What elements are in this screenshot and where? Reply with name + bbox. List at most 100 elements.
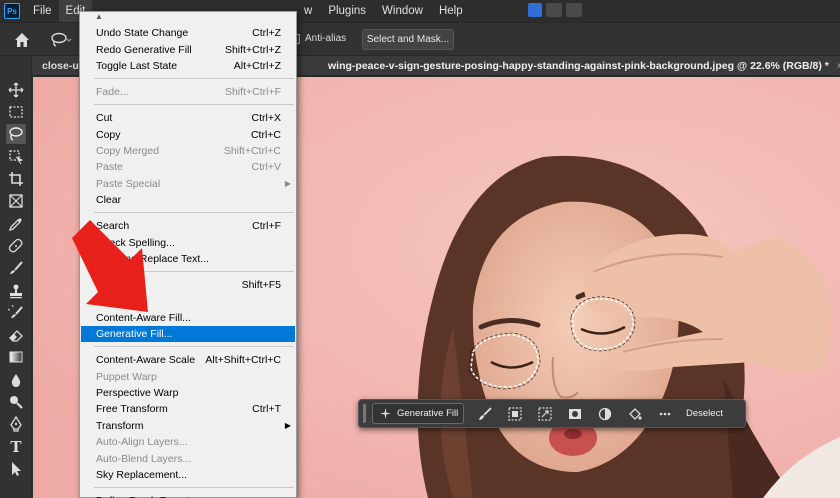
anti-alias-label: Anti-alias: [305, 33, 347, 44]
menu-help[interactable]: Help: [431, 0, 471, 22]
menu-item-shortcut: Ctrl+X: [251, 112, 281, 124]
healing-brush-tool-icon[interactable]: [6, 236, 26, 256]
brush-tool-icon[interactable]: [6, 258, 26, 278]
edit-menu-item-cut[interactable]: Cut Ctrl+X: [81, 110, 295, 126]
chevron-down-icon[interactable]: [566, 3, 582, 17]
menu-item-label: Redo Generative Fill: [96, 44, 192, 56]
select-and-mask-button[interactable]: Select and Mask...: [362, 29, 454, 50]
edit-menu-item-transform[interactable]: Transform ▶: [81, 418, 295, 434]
edit-menu-item-sky-replacement[interactable]: Sky Replacement...: [81, 467, 295, 483]
contextual-task-bar: Generative Fill Deselect: [358, 399, 746, 428]
sparkle-icon: [380, 408, 391, 419]
fill-selection-icon[interactable]: [620, 403, 650, 424]
eyedropper-tool-icon[interactable]: [6, 214, 26, 234]
menu-item-label: Auto-Align Layers...: [96, 436, 188, 448]
edit-menu-item-redo-generative-fill[interactable]: Redo Generative Fill Shift+Ctrl+Z: [81, 42, 295, 58]
lasso-preset-icon[interactable]: [50, 32, 72, 48]
menu-item-label: Copy: [96, 129, 121, 141]
submenu-arrow-icon: ▶: [284, 421, 291, 430]
lasso-tool-icon[interactable]: [6, 124, 26, 144]
path-selection-tool-icon[interactable]: [6, 459, 26, 479]
eraser-tool-icon[interactable]: [6, 325, 26, 345]
menu-item-label: Paste Special: [96, 178, 161, 190]
transform-selection-icon[interactable]: [530, 403, 560, 424]
anti-alias-option[interactable]: Anti-alias: [290, 33, 346, 44]
invert-selection-icon[interactable]: [500, 403, 530, 424]
workspace-icon[interactable]: [528, 3, 542, 17]
type-tool-icon[interactable]: T: [6, 437, 26, 457]
modify-brush-icon[interactable]: [470, 403, 500, 424]
menu-separator: [94, 346, 294, 347]
menu-item-label: Generative Fill...: [96, 328, 173, 340]
menu-item-shortcut: Shift+Ctrl+C: [223, 145, 281, 157]
edit-menu-item-generative-fill[interactable]: Generative Fill...: [81, 326, 295, 342]
edit-menu-item-copy[interactable]: Copy Ctrl+C: [81, 127, 295, 143]
menu-separator: [94, 487, 294, 488]
adjustment-layer-icon[interactable]: [590, 403, 620, 424]
marquee-tool-icon[interactable]: [6, 102, 26, 122]
photoshop-logo-icon: Ps: [4, 3, 20, 19]
menu-item-label: Toggle Last State: [96, 60, 178, 72]
clone-stamp-tool-icon[interactable]: [6, 281, 26, 301]
edit-menu-item-toggle-last-state[interactable]: Toggle Last State Alt+Ctrl+Z: [81, 58, 295, 74]
edit-menu-item-auto-align-layers[interactable]: Auto-Align Layers...: [81, 434, 295, 450]
home-icon[interactable]: [14, 32, 30, 48]
menu-item-label: Fade...: [96, 86, 129, 98]
menu-item-label: Define Brush Preset...: [96, 493, 199, 498]
gradient-tool-icon[interactable]: [6, 347, 26, 367]
menu-item-shortcut: Ctrl+V: [251, 161, 281, 173]
edit-menu-item-paste[interactable]: Paste Ctrl+V: [81, 159, 295, 175]
crop-tool-icon[interactable]: [6, 169, 26, 189]
menu-item-label: Puppet Warp: [96, 371, 157, 383]
menu-item-shortcut: Ctrl+C: [250, 129, 281, 141]
deselect-button[interactable]: Deselect: [686, 408, 723, 419]
menu-item-shortcut: Ctrl+F: [252, 220, 281, 232]
scroll-up-arrow-icon[interactable]: ▲: [95, 12, 103, 21]
frame-tool-icon[interactable]: [6, 191, 26, 211]
edit-menu-item-define-brush-preset[interactable]: Define Brush Preset...: [81, 493, 295, 498]
blur-tool-icon[interactable]: [6, 370, 26, 390]
move-tool-icon[interactable]: [6, 80, 26, 100]
menu-item-shortcut: Alt+Shift+Ctrl+C: [205, 354, 281, 366]
menu-item-label: Free Transform: [96, 403, 168, 415]
dodge-tool-icon[interactable]: [6, 392, 26, 412]
edit-menu-item-copy-merged[interactable]: Copy Merged Shift+Ctrl+C: [81, 143, 295, 159]
edit-menu-item-auto-blend-layers[interactable]: Auto-Blend Layers...: [81, 451, 295, 467]
menu-plugins[interactable]: Plugins: [320, 0, 374, 22]
object-selection-tool-icon[interactable]: [6, 147, 26, 167]
menu-window[interactable]: Window: [374, 0, 431, 22]
menu-item-label: Paste: [96, 161, 123, 173]
edit-menu-item-undo-state-change[interactable]: Undo State Change Ctrl+Z: [81, 25, 295, 41]
menu-item-shortcut: Shift+Ctrl+Z: [224, 44, 281, 56]
menu-file[interactable]: File: [26, 0, 59, 22]
generative-fill-label: Generative Fill: [397, 408, 459, 419]
edit-menu-item-puppet-warp[interactable]: Puppet Warp: [81, 369, 295, 385]
arrange-icon[interactable]: [546, 3, 562, 17]
mask-icon[interactable]: [560, 403, 590, 424]
edit-menu-item-paste-special[interactable]: Paste Special ▶: [81, 176, 295, 192]
history-brush-tool-icon[interactable]: [6, 303, 26, 323]
menu-item-label: Transform: [96, 420, 144, 432]
menu-separator: [94, 212, 294, 213]
submenu-arrow-icon: ▶: [284, 179, 291, 188]
menu-item-label: Copy Merged: [96, 145, 160, 157]
menu-item-label: Perspective Warp: [96, 387, 179, 399]
edit-menu-item-content-aware-scale[interactable]: Content-Aware Scale Alt+Shift+Ctrl+C: [81, 352, 295, 368]
menu-item-label: Cut: [96, 112, 113, 124]
workspace-switcher[interactable]: [528, 3, 582, 17]
tab-title: wing-peace-v-sign-gesture-posing-happy-s…: [328, 60, 829, 72]
more-options-icon[interactable]: [650, 403, 680, 424]
edit-menu-item-fade[interactable]: Fade... Shift+Ctrl+F: [81, 84, 295, 100]
edit-menu-item-free-transform[interactable]: Free Transform Ctrl+T: [81, 401, 295, 417]
tab-active-document[interactable]: wing-peace-v-sign-gesture-posing-happy-s…: [328, 56, 840, 76]
menu-separator: [94, 104, 294, 105]
menu-view-partial[interactable]: w: [296, 0, 320, 22]
menu-separator: [94, 78, 294, 79]
edit-menu-item-perspective-warp[interactable]: Perspective Warp: [81, 385, 295, 401]
tools-panel: T: [0, 56, 32, 498]
generative-fill-button[interactable]: Generative Fill: [372, 403, 464, 424]
red-arrow-annotation-icon: [72, 220, 148, 312]
pen-tool-icon[interactable]: [6, 414, 26, 434]
edit-menu-item-clear[interactable]: Clear: [81, 192, 295, 208]
drag-handle-icon[interactable]: [363, 404, 366, 423]
